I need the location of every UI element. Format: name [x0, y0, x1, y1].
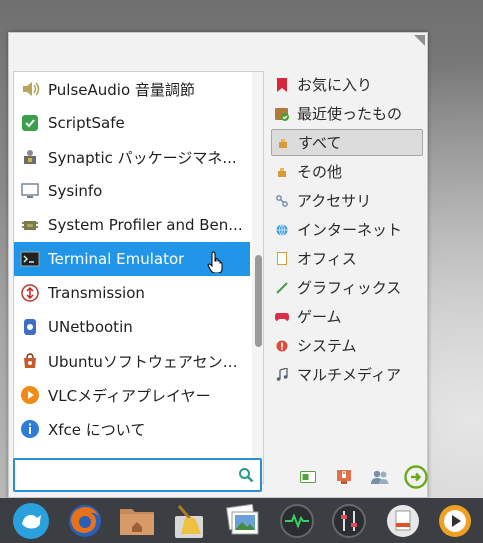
- home-folder-icon[interactable]: [118, 502, 156, 540]
- monitor-icon: [20, 181, 40, 201]
- profiler-icon: [20, 215, 40, 235]
- category-label: システム: [297, 337, 357, 355]
- category-games[interactable]: ゲーム: [271, 303, 423, 330]
- terminal-icon: [20, 249, 40, 269]
- app-label: Ubuntuソフトウェアセンター: [48, 352, 250, 371]
- bookmark-icon: [275, 77, 289, 92]
- category-all[interactable]: すべて: [271, 129, 423, 156]
- category-multimedia[interactable]: マルチメディア: [271, 361, 423, 388]
- app-label: Terminal Emulator: [48, 250, 185, 268]
- category-office[interactable]: オフィス: [271, 245, 423, 272]
- app-item-sysinfo[interactable]: Sysinfo: [14, 174, 250, 208]
- search-input[interactable]: [19, 464, 234, 486]
- category-label: すべて: [298, 134, 342, 152]
- info-icon: [20, 419, 40, 439]
- photos-icon[interactable]: [224, 502, 262, 540]
- app-item-scriptsafe[interactable]: ScriptSafe: [14, 106, 250, 140]
- switch-user-icon[interactable]: [368, 465, 392, 489]
- app-item-system-profiler[interactable]: System Profiler and Ben...: [14, 208, 250, 242]
- search-box: [13, 458, 262, 492]
- category-label: 最近使ったもの: [297, 105, 403, 123]
- lock-screen-icon[interactable]: [332, 465, 356, 489]
- settings-manager-icon[interactable]: [296, 465, 320, 489]
- app-item-software-center[interactable]: Ubuntuソフトウェアセンター: [14, 344, 250, 378]
- app-label: Sysinfo: [48, 182, 103, 200]
- mixer-icon[interactable]: [330, 502, 368, 540]
- category-label: マルチメディア: [297, 366, 401, 384]
- unetbootin-icon: [20, 317, 40, 337]
- category-internet[interactable]: インターネット: [271, 216, 423, 243]
- internet-icon: [275, 223, 289, 237]
- app-list-scrollbar[interactable]: [252, 72, 263, 483]
- app-label: ScriptSafe: [48, 114, 125, 132]
- category-recent[interactable]: 最近使ったもの: [271, 100, 423, 127]
- document-viewer-icon[interactable]: [384, 502, 422, 540]
- category-label: お気に入り: [297, 76, 373, 94]
- session-actions: [296, 465, 428, 489]
- app-label: VLCメディアプレイヤー: [48, 386, 211, 405]
- office-icon: [275, 252, 289, 266]
- transmission-icon: [20, 283, 40, 303]
- app-item-unetbootin[interactable]: UNetbootin: [14, 310, 250, 344]
- vlc-icon: [20, 385, 40, 405]
- app-item-pulseaudio[interactable]: PulseAudio 音量調節: [14, 72, 250, 106]
- category-label: グラフィックス: [297, 279, 402, 297]
- scrollbar-thumb[interactable]: [255, 255, 262, 347]
- app-item-transmission[interactable]: Transmission: [14, 276, 250, 310]
- firefox-icon[interactable]: [66, 502, 104, 540]
- search-icon: [238, 467, 254, 483]
- speaker-icon: [20, 79, 40, 99]
- app-label: PulseAudio 音量調節: [48, 80, 195, 99]
- media-player-icon[interactable]: [436, 502, 474, 540]
- system-icon: [275, 339, 289, 353]
- accessories-icon: [275, 194, 289, 208]
- app-label: System Profiler and Ben...: [48, 216, 243, 234]
- graphics-icon: [275, 281, 289, 295]
- category-system[interactable]: システム: [271, 332, 423, 359]
- software-center-icon: [20, 351, 40, 371]
- other-icon: [275, 165, 289, 179]
- multimedia-icon: [275, 368, 289, 382]
- cleaner-icon[interactable]: [170, 502, 208, 540]
- games-icon: [275, 310, 289, 324]
- app-item-synaptic[interactable]: Synaptic パッケージマネ...: [14, 140, 250, 174]
- bottom-panel: [0, 498, 483, 543]
- whisker-menu: PulseAudio 音量調節 ScriptSafe Synaptic パッケー…: [8, 32, 428, 498]
- category-label: ゲーム: [297, 308, 342, 326]
- application-list: PulseAudio 音量調節 ScriptSafe Synaptic パッケー…: [13, 71, 264, 484]
- all-icon: [276, 136, 290, 150]
- app-item-vlc[interactable]: VLCメディアプレイヤー: [14, 378, 250, 412]
- scriptsafe-icon: [20, 113, 40, 133]
- category-label: インターネット: [297, 221, 403, 239]
- recent-icon: [275, 107, 289, 121]
- category-graphics[interactable]: グラフィックス: [271, 274, 423, 301]
- hand-pointer-icon: [207, 251, 225, 274]
- log-out-icon[interactable]: [404, 465, 428, 489]
- category-label: その他: [297, 163, 343, 181]
- system-monitor-icon[interactable]: [278, 502, 316, 540]
- app-label: Transmission: [48, 284, 145, 302]
- category-accessories[interactable]: アクセサリ: [271, 187, 423, 214]
- app-label: Xfce について: [48, 420, 146, 439]
- app-label: Synaptic パッケージマネ...: [48, 148, 237, 167]
- package-manager-icon: [20, 147, 40, 167]
- xfce-menu-icon[interactable]: [12, 502, 50, 540]
- resize-grip[interactable]: [414, 35, 425, 46]
- app-item-about-xfce[interactable]: Xfce について: [14, 412, 250, 446]
- category-favorites[interactable]: お気に入り: [271, 71, 423, 98]
- category-label: オフィス: [297, 250, 357, 268]
- app-label: UNetbootin: [48, 318, 133, 336]
- category-label: アクセサリ: [297, 192, 372, 210]
- category-other[interactable]: その他: [271, 158, 423, 185]
